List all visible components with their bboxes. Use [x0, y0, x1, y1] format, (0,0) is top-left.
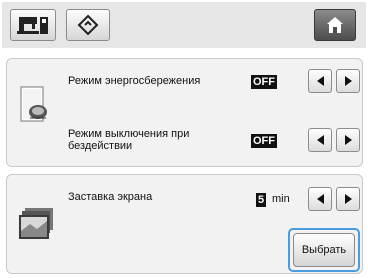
screen-saver-increase-button[interactable] — [336, 187, 360, 211]
eco-mode-decrease-button[interactable] — [308, 69, 332, 93]
select-button[interactable]: Выбрать — [293, 233, 355, 267]
sewing-machine-settings-button[interactable] — [10, 9, 56, 41]
eco-mode-increase-button[interactable] — [336, 69, 360, 93]
eco-mode-icon — [20, 86, 47, 122]
shutoff-mode-label-line2: бездействии — [68, 140, 133, 152]
screen-saver-value: 5 — [256, 193, 267, 207]
embroidery-settings-button[interactable] — [66, 9, 110, 41]
screen-saver-decrease-button[interactable] — [308, 187, 332, 211]
shutoff-mode-value: OFF — [251, 134, 277, 148]
eco-mode-label: Режим энергосбережения — [68, 75, 201, 87]
left-arrow-icon — [316, 194, 324, 204]
top-toolbar — [2, 2, 366, 48]
home-icon — [327, 17, 343, 33]
screen-saver-icon — [19, 208, 53, 239]
screen-saver-unit: min — [272, 193, 290, 205]
screen-saver-label: Заставка экрана — [68, 191, 153, 203]
shutoff-mode-decrease-button[interactable] — [308, 128, 332, 152]
eco-mode-value: OFF — [251, 75, 277, 89]
right-arrow-icon — [344, 76, 352, 86]
shutoff-mode-increase-button[interactable] — [336, 128, 360, 152]
home-button[interactable] — [314, 9, 356, 41]
sewing-machine-icon — [17, 17, 48, 34]
left-arrow-icon — [316, 135, 324, 145]
right-arrow-icon — [344, 194, 352, 204]
shutoff-mode-label-line1: Режим выключения при — [68, 128, 190, 140]
embroidery-diamond-icon — [77, 14, 99, 36]
left-arrow-icon — [316, 76, 324, 86]
settings-screen: Режим энергосбережения OFF Режим выключе… — [0, 0, 368, 278]
right-arrow-icon — [344, 135, 352, 145]
